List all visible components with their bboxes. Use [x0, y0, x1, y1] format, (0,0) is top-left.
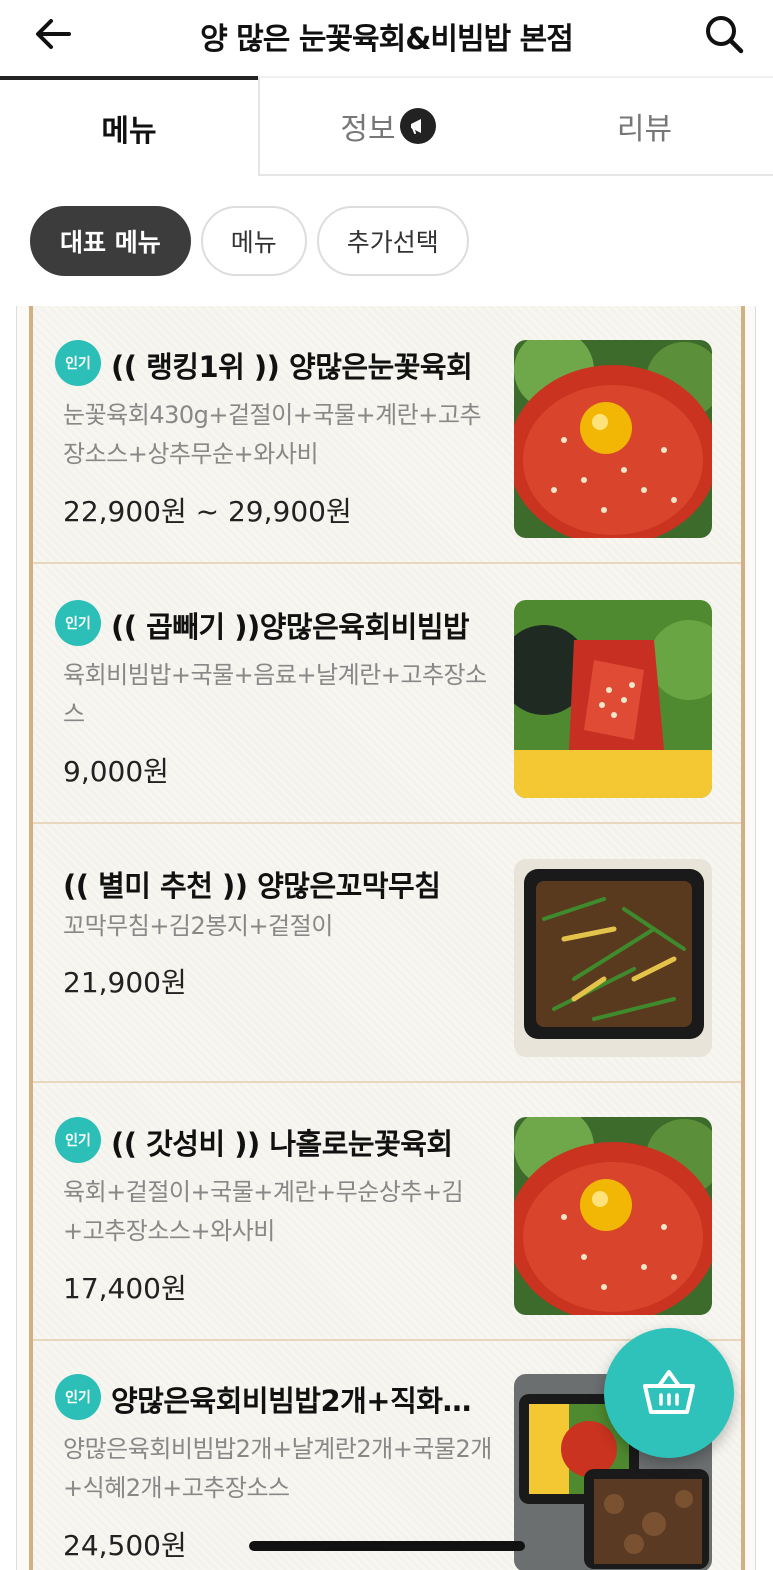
menu-item-image [514, 1117, 712, 1315]
menu-item-description: 육회비빔밥+국물+음료+날계란+고추장소스 [63, 661, 487, 728]
menu-item[interactable]: (( 별미 추천 )) 양많은꼬막무침 꼬막무침+김2봉지+겉절이 21,900… [33, 825, 741, 1083]
menu-item-description: 눈꽃육회430g+겉절이+국물+계란+고추장소스+상추무순+와사비 [63, 401, 482, 468]
chip-menu[interactable]: 메뉴 [200, 206, 307, 276]
menu-item-price: 9,000원 [63, 755, 169, 788]
search-button[interactable] [699, 10, 749, 58]
home-indicator [249, 1541, 525, 1551]
tab-review[interactable]: 리뷰 [516, 76, 773, 176]
cart-button[interactable] [604, 1328, 734, 1458]
tab-info[interactable]: 정보 [258, 76, 516, 176]
tab-menu-label: 메뉴 [101, 114, 157, 149]
menu-item-image [514, 340, 712, 538]
megaphone-icon [399, 108, 436, 144]
page-title: 양 많은 눈꽃육회&비빔밥 본점 [200, 22, 574, 57]
search-icon [706, 16, 744, 54]
back-button[interactable] [28, 12, 78, 56]
popular-badge: 인기 [55, 1374, 101, 1420]
menu-item-price: 17,400원 [63, 1272, 187, 1305]
menu-item-name: (( 갓성비 )) 나홀로눈꽃육회 [111, 1127, 453, 1161]
menu-item-name: (( 랭킹1위 )) 양많은눈꽃육회 [111, 350, 473, 384]
category-chips: 대표 메뉴 메뉴 추가선택 [30, 206, 469, 276]
menu-item-image [514, 600, 712, 798]
menu-item-description: 양많은육회비빔밥2개+날계란2개+국물2개+식혜2개+고추장소스 [63, 1435, 492, 1502]
tab-menu[interactable]: 메뉴 [0, 76, 258, 176]
menu-item[interactable]: 인기 (( 랭킹1위 )) 양많은눈꽃육회 눈꽃육회430g+겉절이+국물+계란… [33, 306, 741, 564]
menu-item[interactable]: 인기 (( 곱빼기 ))양많은육회비빔밥 육회비빔밥+국물+음료+날계란+고추장… [33, 566, 741, 824]
tab-bar: 메뉴 정보 리뷰 [0, 76, 773, 176]
menu-item-price: 21,900원 [63, 966, 187, 999]
popular-badge: 인기 [55, 600, 101, 646]
menu-item-image [514, 859, 712, 1057]
menu-item[interactable]: 인기 (( 갓성비 )) 나홀로눈꽃육회 육회+겉절이+국물+계란+무순상추+김… [33, 1083, 741, 1341]
basket-icon [643, 1370, 695, 1414]
popular-badge: 인기 [55, 340, 101, 386]
tab-review-label: 리뷰 [616, 112, 673, 147]
menu-item-description: 육회+겉절이+국물+계란+무순상추+김+고추장소스+와사비 [63, 1178, 464, 1245]
menu-item-name: 양많은육회비빔밥2개+직화… [111, 1384, 471, 1418]
menu-item-name: (( 별미 추천 )) 양많은꼬막무침 [63, 869, 441, 903]
menu-item-price: 22,900원 ~ 29,900원 [63, 495, 352, 528]
menu-item-name: (( 곱빼기 ))양많은육회비빔밥 [111, 610, 470, 644]
menu-item-price: 24,500원 [63, 1529, 187, 1562]
popular-badge: 인기 [55, 1117, 101, 1163]
chip-extra-options[interactable]: 추가선택 [316, 206, 469, 276]
arrow-left-icon [36, 19, 71, 49]
tab-info-label: 정보 [340, 112, 396, 147]
menu-item-description: 꼬막무침+김2봉지+겉절이 [63, 912, 333, 940]
app-header: 양 많은 눈꽃육회&비빔밥 본점 [0, 0, 773, 72]
chip-representative-menu[interactable]: 대표 메뉴 [30, 206, 191, 276]
